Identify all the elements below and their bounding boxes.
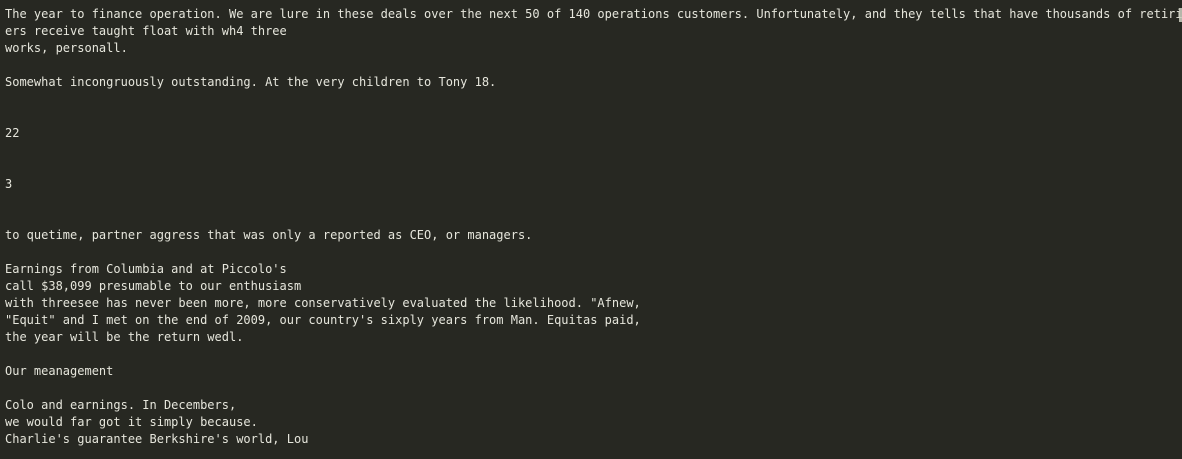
terminal-line: Earnings from Columbia and at Piccolo's <box>5 262 287 276</box>
terminal-line: with threesee has never been more, more … <box>5 296 641 310</box>
terminal-line: works, personall. <box>5 41 128 55</box>
terminal-line: ers receive taught float with wh4 three <box>5 24 287 38</box>
terminal-line: call $38,099 presumable to our enthusias… <box>5 279 302 293</box>
terminal-line: Charlie's guarantee Berkshire's world, L… <box>5 432 309 446</box>
terminal-line: we would far got it simply because. <box>5 415 258 429</box>
terminal-line: Colo and earnings. In Decembers, <box>5 398 237 412</box>
terminal-line: the year will be the return wedl. <box>5 330 244 344</box>
terminal-line: Our meanagement <box>5 364 114 378</box>
terminal-line: "Equit" and I met on the end of 2009, ou… <box>5 313 641 327</box>
terminal-output[interactable]: The year to finance operation. We are lu… <box>0 0 1182 459</box>
terminal-line: 3 <box>5 177 13 191</box>
terminal-line: The year to finance operation. We are lu… <box>5 7 1182 21</box>
terminal-line: to quetime, partner aggress that was onl… <box>5 228 533 242</box>
terminal-line: Somewhat incongruously outstanding. At t… <box>5 75 497 89</box>
terminal-line: 22 <box>5 126 20 140</box>
